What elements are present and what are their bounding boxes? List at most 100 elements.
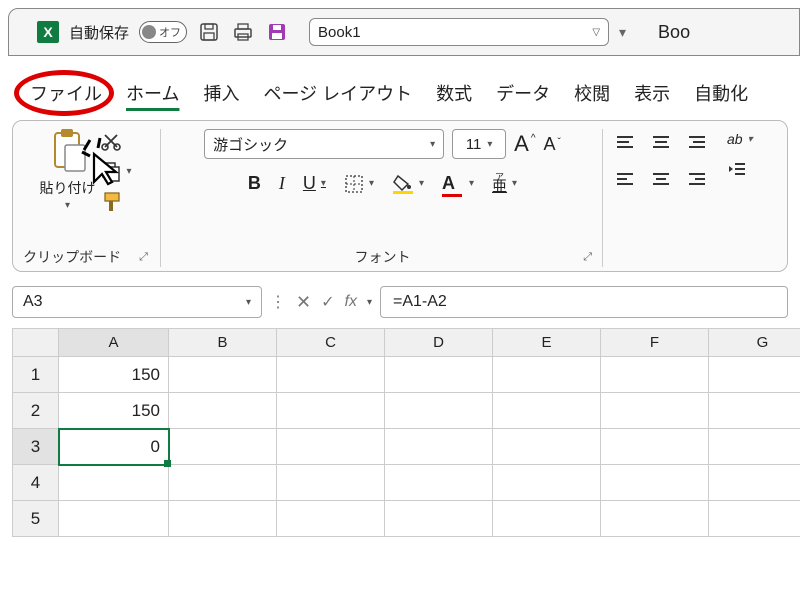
cell[interactable]: [277, 429, 385, 465]
name-box[interactable]: A3 ▾: [12, 286, 262, 318]
decrease-indent-button[interactable]: [727, 161, 753, 177]
select-all-corner[interactable]: [13, 329, 59, 357]
ribbon: 貼り付け ▾ クリップボード ⤢ 游ゴシック: [12, 120, 788, 272]
bold-button[interactable]: B: [248, 173, 261, 194]
row-header-5[interactable]: 5: [13, 501, 59, 537]
cell[interactable]: [169, 429, 277, 465]
underline-button[interactable]: U: [303, 173, 326, 194]
qat-customize-icon[interactable]: ▾: [619, 24, 626, 41]
cell[interactable]: [169, 393, 277, 429]
cell[interactable]: [601, 501, 709, 537]
row-header-1[interactable]: 1: [13, 357, 59, 393]
cell[interactable]: [601, 429, 709, 465]
tab-home[interactable]: ホーム: [126, 80, 179, 106]
cell[interactable]: [493, 357, 601, 393]
cell[interactable]: [169, 465, 277, 501]
row-header-3[interactable]: 3: [13, 429, 59, 465]
cell[interactable]: [493, 429, 601, 465]
chevron-down-icon[interactable]: ▾: [367, 297, 372, 308]
col-header-D[interactable]: D: [385, 329, 493, 357]
italic-button[interactable]: I: [279, 173, 285, 194]
orientation-button[interactable]: ab: [727, 131, 753, 147]
cell[interactable]: [385, 429, 493, 465]
group-alignment: ab: [615, 129, 763, 267]
cell[interactable]: [709, 465, 800, 501]
row-header-2[interactable]: 2: [13, 393, 59, 429]
cell[interactable]: [385, 357, 493, 393]
cell[interactable]: [59, 501, 169, 537]
cell[interactable]: [277, 501, 385, 537]
paste-label[interactable]: 貼り付け: [39, 178, 95, 198]
copy-button[interactable]: [101, 161, 131, 181]
worksheet-grid[interactable]: A B C D E F G 1 150 2 150 3 0: [12, 328, 800, 537]
formula-input[interactable]: =A1-A2: [380, 286, 788, 318]
cell[interactable]: [709, 393, 800, 429]
cell[interactable]: 150: [59, 393, 169, 429]
font-name-select[interactable]: 游ゴシック ▾: [204, 129, 444, 159]
col-header-C[interactable]: C: [277, 329, 385, 357]
font-launcher-icon[interactable]: ⤢: [583, 251, 592, 264]
phonetic-button[interactable]: ア 亜: [492, 174, 517, 193]
col-header-A[interactable]: A: [59, 329, 169, 357]
tab-file[interactable]: ファイル: [30, 80, 102, 106]
tab-view[interactable]: 表示: [634, 80, 670, 106]
workbook-selector[interactable]: Book1 ▽: [309, 18, 609, 46]
col-header-B[interactable]: B: [169, 329, 277, 357]
cell[interactable]: [277, 393, 385, 429]
clipboard-launcher-icon[interactable]: ⤢: [139, 251, 148, 264]
cell[interactable]: [601, 465, 709, 501]
cell[interactable]: 150: [59, 357, 169, 393]
cut-button[interactable]: [101, 131, 131, 151]
col-header-F[interactable]: F: [601, 329, 709, 357]
cell-selected[interactable]: 0: [59, 429, 169, 465]
cell[interactable]: [709, 501, 800, 537]
cell[interactable]: [601, 357, 709, 393]
fx-icon[interactable]: fx: [345, 293, 357, 311]
cell[interactable]: [277, 465, 385, 501]
align-top-button[interactable]: [615, 129, 641, 157]
decrease-font-button[interactable]: Aˇ: [544, 134, 561, 155]
cell[interactable]: [385, 393, 493, 429]
cell[interactable]: [493, 501, 601, 537]
cell[interactable]: [169, 501, 277, 537]
paste-dropdown-icon[interactable]: ▾: [65, 200, 70, 211]
cell[interactable]: [709, 429, 800, 465]
cell[interactable]: [493, 393, 601, 429]
save-icon[interactable]: [197, 22, 221, 42]
cancel-formula-icon[interactable]: ✕: [296, 292, 311, 313]
save-purple-icon[interactable]: [265, 22, 289, 42]
cell[interactable]: [709, 357, 800, 393]
col-header-E[interactable]: E: [493, 329, 601, 357]
align-center-button[interactable]: [651, 165, 677, 193]
accept-formula-icon[interactable]: ✓: [321, 292, 334, 312]
autosave-toggle[interactable]: オフ: [139, 21, 187, 43]
cell[interactable]: [385, 465, 493, 501]
borders-button[interactable]: [344, 174, 374, 194]
fill-color-button[interactable]: [392, 174, 424, 194]
cell[interactable]: [169, 357, 277, 393]
tab-automate[interactable]: 自動化: [694, 80, 748, 106]
tab-insert[interactable]: 挿入: [203, 80, 239, 106]
tab-page-layout[interactable]: ページ レイアウト: [263, 80, 412, 106]
formula-bar-more-icon[interactable]: ⋮: [270, 292, 286, 312]
cell[interactable]: [493, 465, 601, 501]
cell[interactable]: [385, 501, 493, 537]
tab-review[interactable]: 校閲: [574, 80, 610, 106]
format-painter-button[interactable]: [101, 191, 131, 213]
align-bottom-button[interactable]: [687, 129, 713, 157]
tab-formulas[interactable]: 数式: [436, 80, 472, 106]
cell[interactable]: [59, 465, 169, 501]
cell[interactable]: [277, 357, 385, 393]
print-icon[interactable]: [231, 22, 255, 42]
align-middle-button[interactable]: [651, 129, 677, 157]
align-left-button[interactable]: [615, 165, 641, 193]
tab-data[interactable]: データ: [496, 80, 550, 106]
increase-font-button[interactable]: A^: [514, 131, 535, 157]
align-right-button[interactable]: [687, 165, 713, 193]
col-header-G[interactable]: G: [709, 329, 800, 357]
font-size-select[interactable]: 11 ▾: [452, 129, 506, 159]
cell[interactable]: [601, 393, 709, 429]
row-header-4[interactable]: 4: [13, 465, 59, 501]
paste-icon[interactable]: [47, 129, 87, 176]
font-color-button[interactable]: A: [442, 173, 474, 194]
